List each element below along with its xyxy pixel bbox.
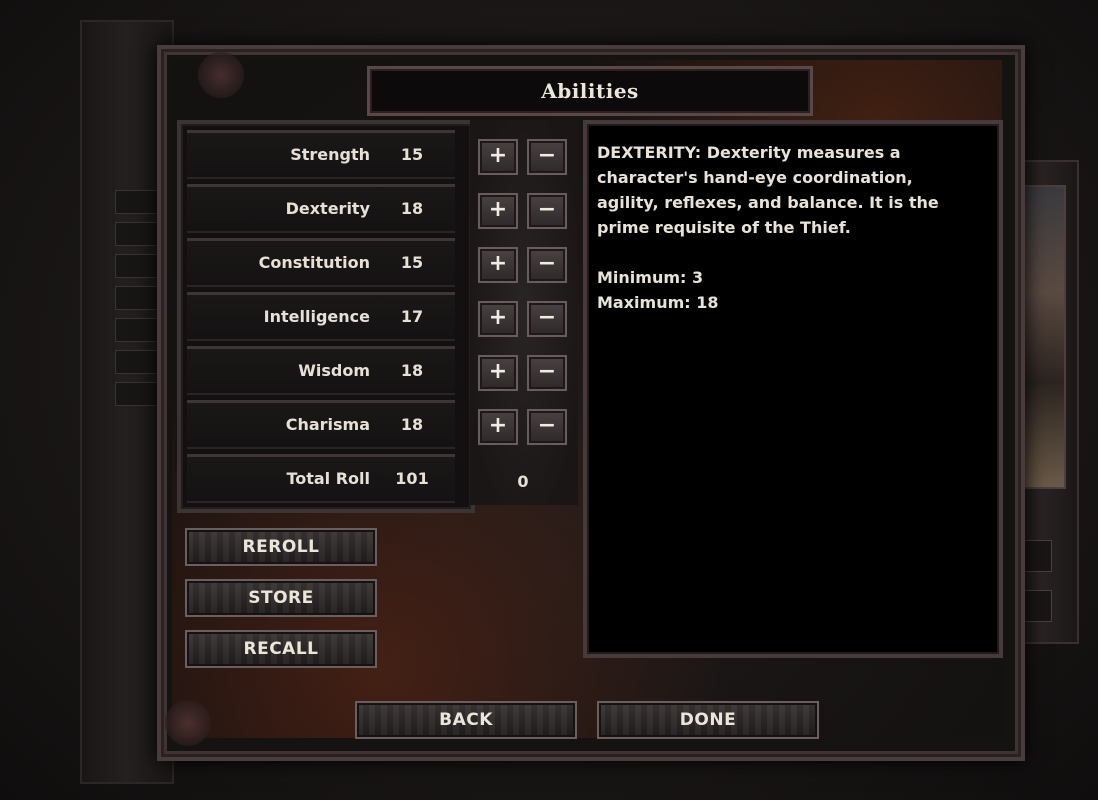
total-roll-label: Total Roll [286,469,370,488]
ability-name: Dexterity [285,199,370,218]
character-portrait [1020,185,1066,489]
page-title: Abilities [541,79,639,103]
corner-ornament-icon [165,700,211,746]
decrease-dexterity-button[interactable]: − [527,193,567,229]
background-slot [115,350,162,374]
ability-description: DEXTERITY: Dexterity measures a characte… [597,143,939,237]
ability-value: 18 [400,361,424,380]
decrease-wisdom-button[interactable]: − [527,355,567,391]
ability-minimum: Minimum: 3 [597,268,704,287]
increase-intelligence-button[interactable]: + [478,301,518,337]
background-slot [115,190,162,214]
increase-wisdom-button[interactable]: + [478,355,518,391]
background-slot [115,286,162,310]
total-roll-value: 101 [395,469,429,488]
ability-name: Charisma [285,415,370,434]
title-bar: Abilities [367,66,813,116]
description-text-area: DEXTERITY: Dexterity measures a characte… [597,140,977,315]
ability-name: Constitution [258,253,370,272]
ability-value: 18 [400,415,424,434]
reroll-button[interactable]: REROLL [185,528,377,566]
background-slot [115,318,162,342]
increase-charisma-button[interactable]: + [478,409,518,445]
ability-name: Wisdom [298,361,370,380]
increase-dexterity-button[interactable]: + [478,193,518,229]
decrease-intelligence-button[interactable]: − [527,301,567,337]
decrease-charisma-button[interactable]: − [527,409,567,445]
decrease-constitution-button[interactable]: − [527,247,567,283]
recall-button[interactable]: RECALL [185,630,377,668]
ability-value: 17 [400,307,424,326]
back-button[interactable]: BACK [355,701,577,739]
background-slot [115,382,162,406]
ability-value: 15 [400,145,424,164]
background-slot [115,222,162,246]
dragon-ornament-icon [198,52,244,98]
ability-name: Strength [290,145,370,164]
ability-name: Intelligence [263,307,370,326]
decrease-strength-button[interactable]: − [527,139,567,175]
store-button[interactable]: STORE [185,579,377,617]
increase-strength-button[interactable]: + [478,139,518,175]
ability-maximum: Maximum: 18 [597,293,719,312]
background-slot [115,254,162,278]
ability-value: 15 [400,253,424,272]
increase-constitution-button[interactable]: + [478,247,518,283]
points-remaining: 0 [517,472,529,491]
done-button[interactable]: DONE [597,701,819,739]
ability-value: 18 [400,199,424,218]
